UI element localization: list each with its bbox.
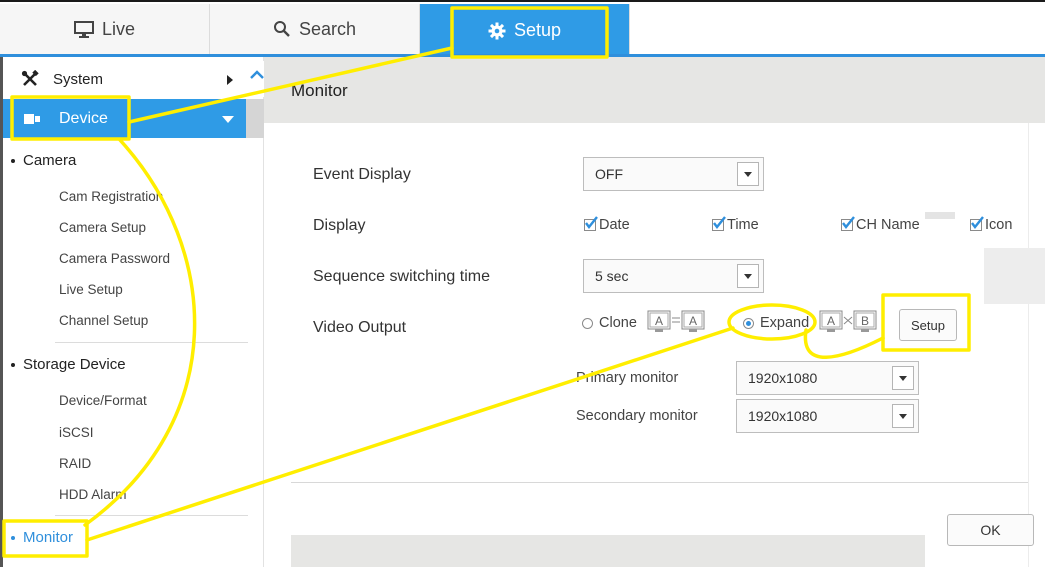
checkmark-icon: [584, 216, 598, 231]
sidebar-item-cam-registration[interactable]: Cam Registration: [59, 189, 163, 204]
checkmark-icon: [712, 216, 726, 231]
radio-circle-icon: [582, 317, 593, 329]
sidebar-item-hdd-alarm[interactable]: HDD Alarm: [59, 487, 127, 502]
checkmark-icon: [970, 216, 984, 231]
checkbox-time-label: Time: [727, 217, 759, 233]
sidebar-item-raid[interactable]: RAID: [59, 456, 91, 471]
sequence-label: Sequence switching time: [313, 268, 490, 285]
sidebar-item-device-format[interactable]: Device/Format: [59, 393, 147, 408]
expand-monitors-icon: A B: [819, 310, 877, 332]
chevron-down-icon: [222, 116, 234, 123]
tools-icon: [21, 70, 39, 86]
clone-monitors-icon: A A: [647, 310, 705, 332]
clone-icon-letter-2: A: [689, 314, 697, 328]
radio-expand[interactable]: Expand: [743, 315, 809, 331]
secondary-monitor-value: 1920x1080: [748, 408, 818, 424]
sidebar-section-monitor[interactable]: Monitor: [11, 529, 73, 546]
tab-setup[interactable]: Setup: [420, 4, 630, 57]
sequence-select[interactable]: 5 sec: [583, 259, 764, 293]
tab-setup-label: Setup: [513, 20, 562, 40]
sidebar-divider: [55, 515, 248, 516]
tab-search[interactable]: Search: [210, 4, 420, 54]
main-panel: Monitor Event Display OFF Display Date T…: [264, 57, 1045, 567]
sidebar-section-camera-label: Camera: [23, 152, 77, 169]
checkbox-icon[interactable]: Icon: [970, 216, 1013, 233]
page-header: Monitor: [264, 57, 1045, 123]
video-output-setup-button[interactable]: Setup: [899, 309, 957, 341]
clone-icon-letter-1: A: [655, 314, 663, 328]
camera-device-icon: [24, 113, 40, 124]
sidebar-item-camera-setup[interactable]: Camera Setup: [59, 220, 146, 235]
sidebar-item-channel-setup[interactable]: Channel Setup: [59, 313, 148, 328]
radio-clone[interactable]: Clone: [582, 315, 637, 331]
tab-search-label: Search: [298, 18, 357, 39]
secondary-monitor-select[interactable]: 1920x1080: [736, 399, 919, 433]
sidebar-section-monitor-label: Monitor: [23, 529, 74, 546]
sidebar-item-live-setup[interactable]: Live Setup: [59, 282, 123, 297]
page-title: Monitor: [291, 81, 348, 100]
gear-icon: [488, 22, 506, 39]
bullet-icon: [11, 535, 15, 540]
dropdown-arrow-icon[interactable]: [737, 162, 759, 186]
checkbox-date-label: Date: [599, 217, 630, 233]
sidebar-section-camera[interactable]: Camera: [11, 152, 76, 169]
sidebar-item-device-label: Device: [59, 109, 108, 127]
tab-live[interactable]: Live: [0, 4, 210, 54]
primary-monitor-select[interactable]: 1920x1080: [736, 361, 919, 395]
checkbox-icon-label: Icon: [985, 217, 1013, 233]
monitor-icon: [73, 20, 94, 38]
chevron-right-icon: [227, 75, 233, 85]
checkbox-date[interactable]: Date: [584, 216, 630, 233]
radio-clone-label: Clone: [599, 315, 637, 331]
primary-monitor-value: 1920x1080: [748, 370, 818, 386]
dropdown-arrow-icon[interactable]: [737, 264, 759, 288]
sidebar-item-system-label: System: [53, 70, 104, 88]
video-output-label: Video Output: [313, 319, 407, 336]
chevron-up-icon[interactable]: [249, 67, 265, 83]
sequence-value: 5 sec: [595, 268, 629, 284]
radio-expand-label: Expand: [760, 315, 810, 331]
gray-panel: [984, 248, 1045, 304]
primary-monitor-label: Primary monitor: [576, 370, 679, 386]
dropdown-arrow-icon[interactable]: [892, 404, 914, 428]
sidebar-item-iscsi[interactable]: iSCSI: [59, 425, 94, 440]
checkbox-ch-name-label: CH Name: [856, 217, 920, 233]
bottom-gray-bar: [291, 535, 925, 567]
radio-selected-icon: [743, 317, 754, 329]
ok-button[interactable]: OK: [947, 514, 1034, 546]
sidebar-section-storage-device[interactable]: Storage Device: [11, 356, 126, 373]
sidebar-divider: [55, 342, 248, 343]
event-display-value: OFF: [595, 166, 623, 182]
sidebar: System Device Camera Cam Registration Ca…: [0, 57, 264, 567]
tab-live-label: Live: [101, 18, 136, 39]
event-display-select[interactable]: OFF: [583, 157, 764, 191]
section-divider: [291, 482, 1028, 483]
checkbox-time[interactable]: Time: [712, 216, 759, 233]
checkbox-ch-name[interactable]: CH Name: [841, 216, 920, 233]
sidebar-item-system[interactable]: System: [3, 61, 264, 97]
display-label: Display: [313, 217, 366, 234]
pale-divider: [925, 212, 955, 219]
tab-bar-empty: [630, 4, 1045, 54]
search-icon: [273, 21, 290, 37]
expand-icon-letter-a: A: [827, 314, 835, 328]
sidebar-item-device[interactable]: Device: [3, 99, 246, 138]
dropdown-arrow-icon[interactable]: [892, 366, 914, 390]
event-display-label: Event Display: [313, 166, 411, 183]
bullet-icon: [11, 158, 15, 163]
bullet-icon: [11, 362, 15, 367]
expand-icon-letter-b: B: [861, 314, 869, 328]
right-edge: [1028, 123, 1045, 567]
sidebar-item-camera-password[interactable]: Camera Password: [59, 251, 170, 266]
top-tab-bar: Live Search Setup: [0, 0, 1045, 57]
sidebar-scroll-strip: [246, 99, 264, 138]
checkmark-icon: [841, 216, 855, 231]
secondary-monitor-label: Secondary monitor: [576, 408, 698, 424]
sidebar-section-storage-label: Storage Device: [23, 356, 126, 373]
